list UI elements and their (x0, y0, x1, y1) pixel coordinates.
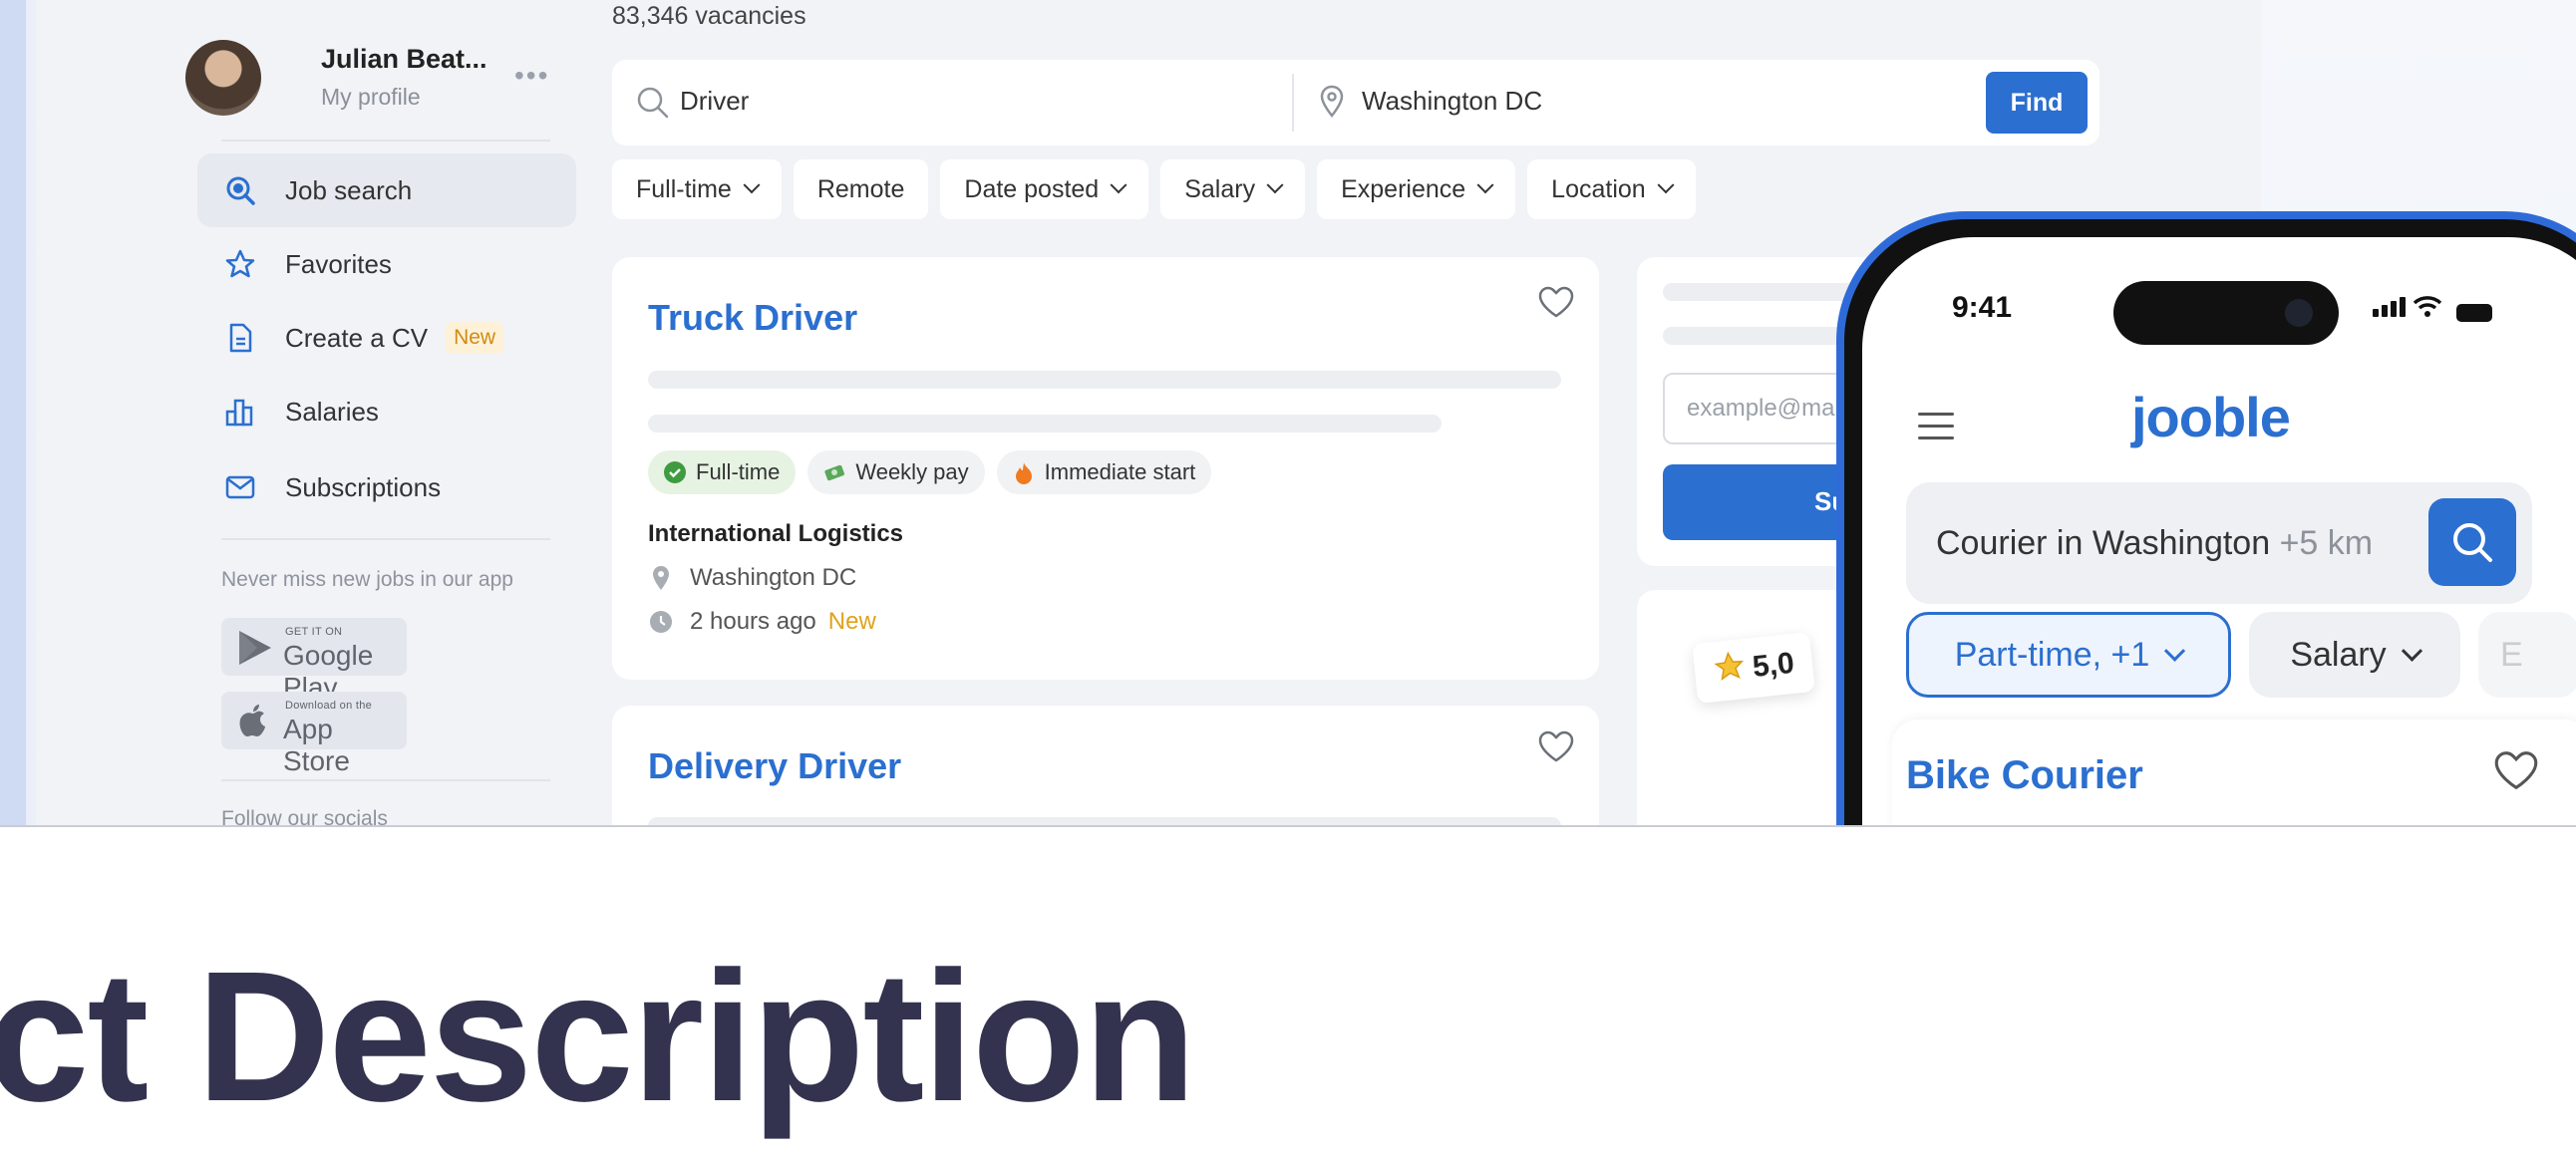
filter-full-time[interactable]: Full-time (612, 159, 782, 219)
sidebar-item-label: Subscriptions (285, 471, 442, 502)
dynamic-island (2113, 281, 2339, 345)
clock-icon (648, 610, 674, 634)
new-badge: New (446, 322, 504, 354)
mail-icon (223, 470, 257, 504)
phone-mockup: 9:41 jooble Courier in Washington +5 km … (1836, 211, 2576, 825)
play-icon (235, 628, 275, 673)
sidebar-item-label: Job search (285, 174, 413, 205)
location-input[interactable]: Washington DC (1362, 86, 1542, 117)
location-pin-icon (648, 565, 674, 591)
heart-icon[interactable] (1537, 285, 1575, 324)
search-icon (223, 173, 257, 207)
star-icon (223, 247, 257, 281)
chevron-down-icon (1110, 176, 1127, 194)
chevron-down-icon (2401, 640, 2422, 662)
phone-filter-salary[interactable]: Salary (2249, 612, 2460, 698)
heart-icon[interactable] (1537, 729, 1575, 768)
sidebar-item-create-cv[interactable]: Create a CV New (197, 301, 576, 375)
search-icon (2453, 523, 2492, 562)
location-pin-icon (1318, 84, 1346, 125)
search-divider (1292, 74, 1294, 132)
phone-search-button[interactable] (2428, 498, 2516, 586)
rating-badge: 5,0 (1692, 631, 1815, 705)
description-placeholder (648, 415, 1442, 433)
job-card[interactable]: Delivery Driver (612, 706, 1599, 825)
sidebar-item-salaries[interactable]: Salaries (197, 375, 576, 448)
window-edge (0, 0, 26, 825)
app-store-button[interactable]: Download on the App Store (221, 692, 407, 776)
heart-icon[interactable] (2492, 749, 2540, 796)
chevron-down-icon (1266, 176, 1284, 194)
status-icons (2373, 295, 2492, 322)
app-promo-text: Never miss new jobs in our app (221, 568, 513, 591)
jooble-logo: jooble (2131, 386, 2291, 448)
phone-search-bar[interactable]: Courier in Washington +5 km (1906, 482, 2532, 604)
bar-chart-icon (223, 395, 257, 429)
check-circle-icon (664, 461, 686, 483)
fire-icon (1013, 461, 1035, 484)
status-time: 9:41 (1952, 291, 2013, 324)
search-bar: Driver Washington DC Find (612, 60, 2099, 145)
filter-location[interactable]: Location (1527, 159, 1696, 219)
more-options-button[interactable]: ••• (514, 60, 549, 92)
tag-full-time: Full-time (648, 450, 797, 494)
sidebar-item-label: Salaries (285, 396, 379, 427)
section-heading: ct Description (0, 934, 1196, 1140)
chevron-down-icon (743, 176, 761, 194)
battery-icon (2456, 304, 2492, 322)
description-placeholder (648, 817, 1561, 825)
document-icon (223, 321, 257, 355)
filter-experience[interactable]: Experience (1317, 159, 1516, 219)
user-name[interactable]: Julian Beat... (321, 44, 487, 75)
job-tags: Full-time Weekly pay Immediate start (648, 450, 1212, 494)
sidebar-item-label: Create a CV (285, 322, 429, 353)
sidebar-divider (221, 538, 550, 540)
phone-search-input[interactable]: Courier in Washington +5 km (1936, 524, 2373, 563)
filter-salary[interactable]: Salary (1160, 159, 1306, 219)
tag-immediate-start: Immediate start (996, 450, 1212, 494)
job-card[interactable]: Truck Driver Full-time Weekly pay Immedi… (612, 257, 1599, 680)
sidebar-item-favorites[interactable]: Favorites (197, 227, 576, 301)
chevron-down-icon (1476, 176, 1494, 194)
signal-icon (2373, 297, 2409, 322)
avatar[interactable] (185, 40, 261, 116)
job-query-input[interactable]: Driver (680, 86, 749, 117)
job-location: Washington DC (648, 564, 856, 592)
filter-date-posted[interactable]: Date posted (940, 159, 1149, 219)
phone-screen: 9:41 jooble Courier in Washington +5 km … (1862, 237, 2576, 825)
vacancies-count: 83,346 vacancies (612, 2, 806, 30)
chevron-down-icon (2164, 640, 2186, 662)
search-icon (636, 86, 670, 125)
google-play-button[interactable]: GET IT ON Google Play (221, 618, 407, 703)
new-badge: New (827, 608, 876, 635)
follow-socials-text: Follow our socials (221, 807, 388, 827)
filter-bar: Full-time Remote Date posted Salary Expe… (612, 159, 1696, 219)
sidebar-item-label: Favorites (285, 248, 392, 279)
job-title[interactable]: Delivery Driver (648, 745, 901, 787)
sidebar-item-subscriptions[interactable]: Subscriptions (197, 450, 576, 524)
star-icon (1711, 649, 1749, 692)
apple-icon (235, 702, 269, 746)
menu-icon[interactable] (1918, 413, 1954, 448)
sidebar-item-job-search[interactable]: Job search (197, 153, 576, 227)
company-name: International Logistics (648, 520, 904, 547)
sidebar-divider (221, 140, 550, 142)
description-placeholder (648, 371, 1561, 389)
find-button[interactable]: Find (1986, 72, 2088, 134)
job-posted: 2 hours ago New (648, 608, 876, 636)
product-screenshot: Julian Beat... My profile ••• Job search… (0, 0, 2576, 827)
phone-job-card[interactable]: Bike Courier (1892, 720, 2576, 825)
phone-filter-part-time[interactable]: Part-time, +1 (1906, 612, 2231, 698)
wifi-icon (2413, 295, 2442, 322)
phone-job-title[interactable]: Bike Courier (1906, 753, 2143, 798)
chevron-down-icon (1657, 176, 1675, 194)
job-title[interactable]: Truck Driver (648, 297, 857, 339)
filter-remote[interactable]: Remote (793, 159, 929, 219)
money-icon (823, 461, 845, 483)
my-profile-link[interactable]: My profile (321, 84, 421, 111)
tag-weekly-pay: Weekly pay (807, 450, 985, 494)
sidebar-divider (221, 779, 550, 781)
phone-filter-more[interactable]: E (2478, 612, 2576, 698)
